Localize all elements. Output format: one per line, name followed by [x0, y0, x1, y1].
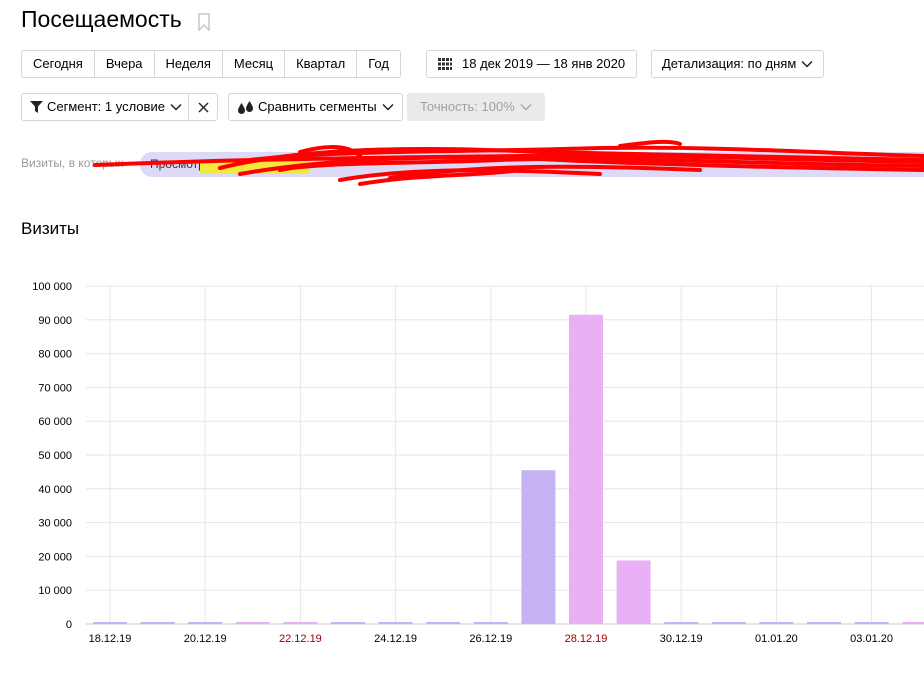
close-icon	[198, 102, 208, 112]
y-tick-label: 0	[66, 619, 72, 631]
x-tick-label: 18.12.19	[89, 633, 132, 645]
date-range-label: 18 дек 2019 — 18 янв 2020	[462, 56, 626, 71]
page-title: Посещаемость	[21, 6, 182, 32]
filter-icon	[30, 101, 43, 113]
bar[interactable]	[616, 560, 651, 624]
section-title: Визиты	[21, 219, 80, 238]
calendar-icon	[438, 58, 452, 70]
period-year-button[interactable]: Год	[357, 51, 400, 77]
period-yesterday-button[interactable]: Вчера	[95, 51, 155, 77]
date-range-button[interactable]: 18 дек 2019 — 18 янв 2020	[426, 50, 638, 78]
bar[interactable]	[759, 622, 794, 624]
x-tick-label: 03.01.20	[850, 633, 893, 645]
chevron-down-icon	[801, 60, 813, 68]
bar[interactable]	[235, 622, 270, 624]
accuracy-dropdown[interactable]: Точность: 100%	[407, 93, 545, 121]
chevron-down-icon	[170, 103, 182, 111]
segment-label: Сегмент: 1 условие	[47, 99, 165, 114]
bar[interactable]	[140, 622, 175, 624]
x-tick-label: 30.12.19	[660, 633, 703, 645]
bar[interactable]	[902, 622, 924, 624]
y-tick-label: 30 000	[38, 518, 72, 530]
bar[interactable]	[807, 622, 841, 624]
y-tick-label: 40 000	[38, 484, 72, 496]
x-tick-label: 24.12.19	[374, 633, 417, 645]
period-button-group: Сегодня Вчера Неделя Месяц Квартал Год	[21, 50, 401, 78]
y-tick-label: 100 000	[32, 281, 72, 293]
accuracy-label: Точность: 100%	[420, 99, 515, 114]
bar[interactable]	[711, 622, 746, 624]
compare-label: Сравнить сегменты	[258, 99, 377, 114]
segment-dropdown[interactable]: Сегмент: 1 условие	[21, 93, 190, 121]
redaction-scribble	[93, 139, 924, 186]
bar[interactable]	[331, 622, 365, 624]
x-tick-label: 01.01.20	[755, 633, 798, 645]
period-today-button[interactable]: Сегодня	[22, 51, 95, 77]
bar[interactable]	[854, 622, 889, 624]
compare-segments-dropdown[interactable]: Сравнить сегменты	[228, 93, 403, 121]
y-tick-label: 70 000	[38, 382, 72, 394]
bar[interactable]	[283, 622, 318, 624]
y-tick-label: 80 000	[38, 349, 72, 361]
visits-bar-chart: 100 000 90 000 80 000 70 000 60 000 50 000 40 …	[32, 281, 924, 645]
y-tick-label: 20 000	[38, 551, 72, 563]
bar[interactable]	[378, 622, 413, 624]
bar[interactable]	[473, 622, 508, 624]
x-tick-label: 22.12.19	[279, 633, 322, 645]
bar[interactable]	[188, 622, 223, 624]
detail-dropdown[interactable]: Детализация: по дням	[651, 50, 825, 78]
x-tick-label: 26.12.19	[469, 633, 512, 645]
bar[interactable]	[521, 470, 556, 624]
bar[interactable]	[569, 314, 603, 624]
bar[interactable]	[664, 622, 699, 624]
y-tick-label: 10 000	[38, 585, 72, 597]
chevron-down-icon	[520, 103, 532, 111]
drops-icon	[238, 100, 253, 114]
period-month-button[interactable]: Месяц	[223, 51, 286, 77]
bookmark-icon[interactable]	[197, 13, 211, 31]
period-quarter-button[interactable]: Квартал	[285, 51, 358, 77]
y-tick-label: 50 000	[38, 450, 72, 462]
period-week-button[interactable]: Неделя	[155, 51, 223, 77]
bar[interactable]	[93, 622, 127, 624]
y-tick-label: 60 000	[38, 416, 72, 428]
bar[interactable]	[426, 622, 461, 624]
y-tick-label: 90 000	[38, 315, 72, 327]
segment-remove-button[interactable]	[188, 93, 218, 121]
x-tick-label: 20.12.19	[184, 633, 227, 645]
chevron-down-icon	[382, 103, 394, 111]
x-tick-label: 28.12.19	[565, 633, 608, 645]
detail-label: Детализация: по дням	[662, 56, 797, 71]
